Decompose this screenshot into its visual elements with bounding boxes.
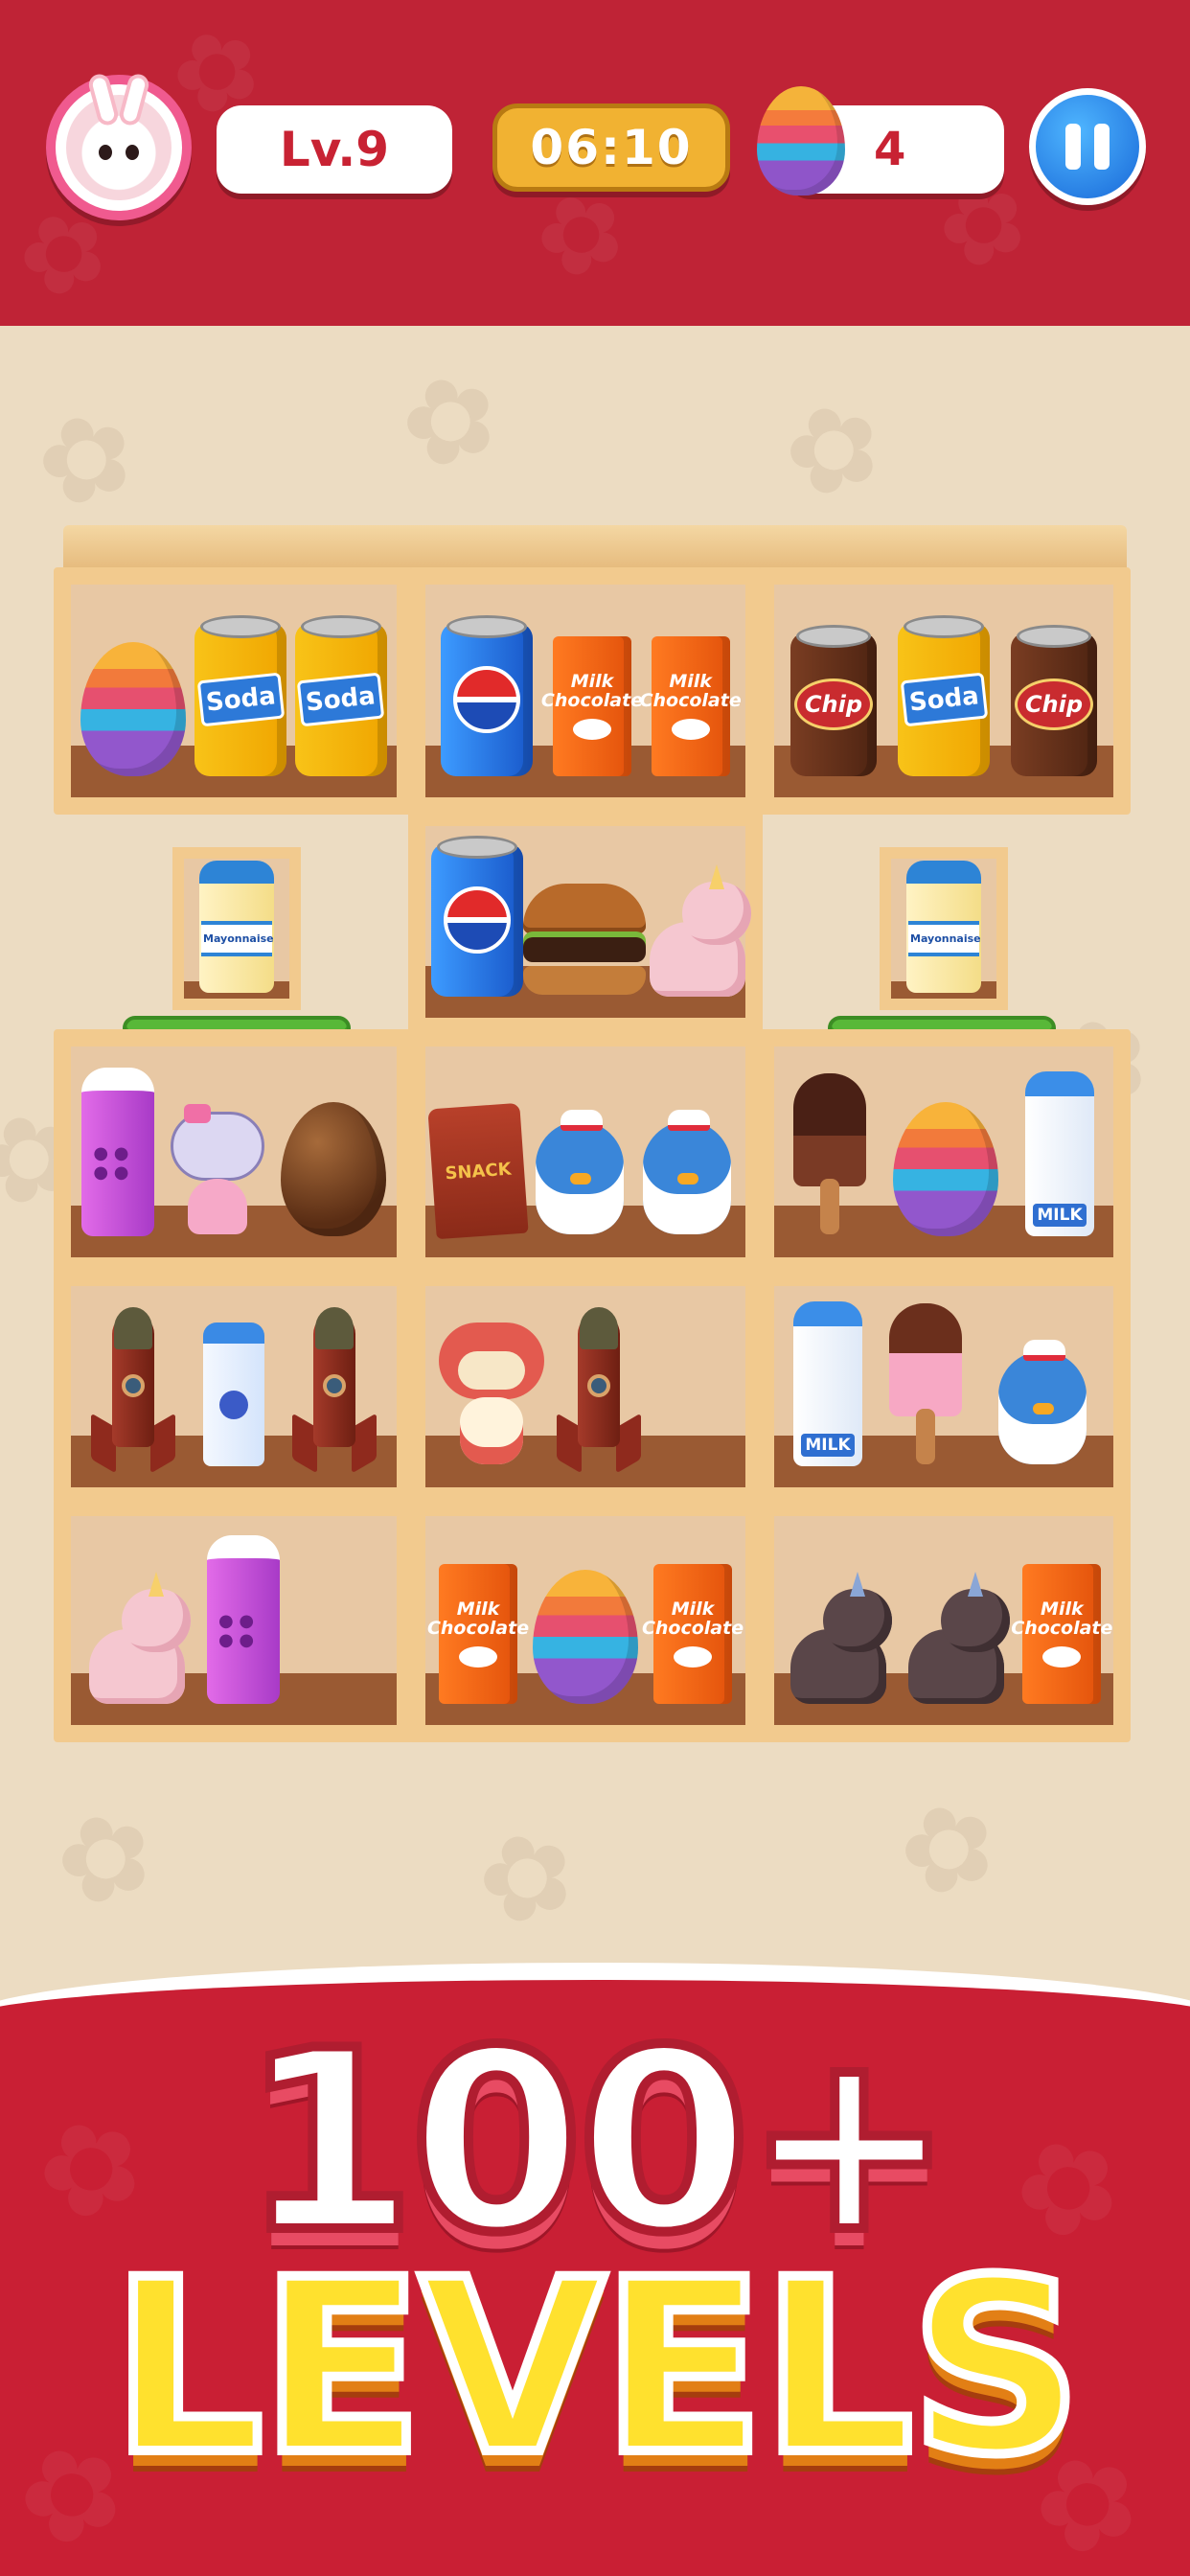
banner-title-levels: LEVELS <box>106 2228 1087 2507</box>
chocolate-egg-item[interactable] <box>280 1102 386 1236</box>
mayonnaise-label: Mayonnaise <box>908 920 981 956</box>
shelf-cell-r1c3[interactable]: Chip Soda Chip <box>757 567 1131 815</box>
soda-label: Soda <box>196 672 285 727</box>
pause-button[interactable] <box>1029 88 1146 205</box>
grey-unicorn-item[interactable] <box>787 1572 892 1704</box>
shelf-cell-r4c1[interactable] <box>54 1269 414 1505</box>
pink-unicorn-item[interactable] <box>646 864 751 997</box>
soda-can-item[interactable]: Soda <box>294 615 387 776</box>
milk-chocolate-item[interactable]: Milk Chocolate <box>642 1564 744 1704</box>
mayonnaise-label: Mayonnaise <box>201 920 274 956</box>
soda-can-bunny-item[interactable]: Soda <box>898 615 990 776</box>
snack-bag-item[interactable]: SNACK <box>427 1102 529 1240</box>
pink-unicorn-item[interactable] <box>85 1572 191 1704</box>
milk-label: MILK <box>1033 1204 1087 1227</box>
mayonnaise-item[interactable]: Mayonnaise <box>906 861 981 993</box>
pepsi-can-item[interactable] <box>441 615 534 776</box>
chip-can-item[interactable]: Chip <box>790 625 877 776</box>
countdown-timer: 06:10 <box>492 104 730 192</box>
shelf-cell-r5c1[interactable] <box>54 1499 414 1742</box>
blueberry-bottle-item[interactable] <box>202 1322 264 1466</box>
chocolate-popsicle-item[interactable] <box>793 1073 866 1236</box>
grey-unicorn-item[interactable] <box>904 1572 1010 1704</box>
player-avatar[interactable] <box>46 72 192 220</box>
shelf-cell-r3c2[interactable]: SNACK <box>408 1029 763 1275</box>
soda-can-item[interactable]: Soda <box>194 615 286 776</box>
shelf-cell-r2c2[interactable] <box>408 809 763 1035</box>
penguin-item[interactable] <box>633 1102 739 1236</box>
pink-popsicle-item[interactable] <box>889 1303 962 1466</box>
chip-label: Chip <box>1014 678 1094 730</box>
mini-shelf-right[interactable]: Mayonnaise <box>880 847 1008 1010</box>
soda-label: Soda <box>296 672 385 727</box>
milk-label: MILK <box>801 1434 855 1457</box>
pause-icon <box>1065 124 1081 170</box>
mayonnaise-item[interactable]: Mayonnaise <box>199 861 274 993</box>
milk-chocolate-item[interactable]: Milk Chocolate <box>541 636 643 776</box>
milk-bottle-item[interactable]: MILK <box>1025 1071 1094 1236</box>
rainbow-egg-item[interactable] <box>893 1102 998 1236</box>
kitty-doll-item[interactable] <box>165 1104 270 1236</box>
rocket-item[interactable] <box>89 1307 177 1474</box>
rocket-item[interactable] <box>555 1307 643 1474</box>
red-toy-item[interactable] <box>435 1322 548 1466</box>
shelf-board: Soda Soda Milk Chocolate Milk Chocolate … <box>54 525 1131 1742</box>
mini-shelf-left[interactable]: Mayonnaise <box>172 847 301 1010</box>
penguin-item[interactable] <box>989 1332 1094 1466</box>
bunny-avatar-icon <box>66 72 172 200</box>
grape-juice-item[interactable] <box>81 1068 155 1236</box>
rainbow-egg-item[interactable] <box>533 1570 638 1704</box>
shelf-cell-r4c3[interactable]: MILK <box>757 1269 1131 1505</box>
chip-can-item[interactable]: Chip <box>1011 625 1097 776</box>
rocket-item[interactable] <box>290 1307 378 1474</box>
shelf-cell-r1c1[interactable]: Soda Soda <box>54 567 414 815</box>
rainbow-egg-item[interactable] <box>80 642 187 776</box>
level-indicator: Lv.9 <box>217 105 452 194</box>
milk-chocolate-item[interactable]: Milk Chocolate <box>640 636 742 776</box>
penguin-item[interactable] <box>526 1102 631 1236</box>
shelf-cell-r1c2[interactable]: Milk Chocolate Milk Chocolate <box>408 567 763 815</box>
shelf-cell-r5c2[interactable]: Milk Chocolate Milk Chocolate <box>408 1499 763 1742</box>
chip-label: Chip <box>793 678 874 730</box>
shelf-cell-r3c3[interactable]: MILK <box>757 1029 1131 1275</box>
burger-item[interactable] <box>523 884 646 997</box>
shelf-cell-r4c2[interactable] <box>408 1269 763 1505</box>
shelf-cell-r3c1[interactable] <box>54 1029 414 1275</box>
milk-chocolate-item[interactable]: Milk Chocolate <box>1011 1564 1112 1704</box>
soda-label: Soda <box>900 672 988 727</box>
grape-juice-item[interactable] <box>206 1535 280 1704</box>
shelf-cell-r5c3[interactable]: Milk Chocolate <box>757 1499 1131 1742</box>
milk-chocolate-item[interactable]: Milk Chocolate <box>427 1564 529 1704</box>
pepsi-can-item[interactable] <box>431 836 523 997</box>
milk-bottle-item[interactable]: MILK <box>793 1301 862 1466</box>
